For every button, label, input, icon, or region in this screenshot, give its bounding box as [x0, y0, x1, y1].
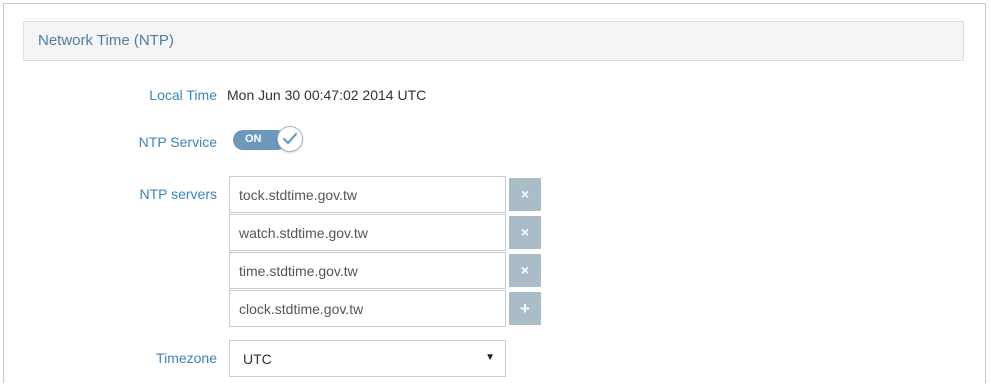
checkmark-icon [283, 133, 297, 145]
remove-icon: × [520, 186, 530, 202]
add-icon: + [520, 299, 530, 318]
section-title: Network Time (NTP) [38, 32, 174, 49]
caret-down-icon: ▼ [485, 352, 495, 363]
toggle-state-text: ON [245, 133, 262, 145]
ntp-service-label: NTP Service [138, 134, 217, 150]
remove-icon: × [520, 262, 530, 278]
timezone-select[interactable]: UTC ▼ [229, 340, 506, 377]
timezone-selected-value: UTC [243, 351, 272, 367]
section-header: Network Time (NTP) [23, 21, 964, 61]
timezone-label: Timezone [156, 350, 217, 366]
ntp-server-input[interactable] [229, 252, 506, 289]
ntp-server-input[interactable] [229, 176, 506, 213]
remove-server-button[interactable]: × [509, 178, 541, 211]
remove-server-button[interactable]: × [509, 216, 541, 249]
ntp-servers-label: NTP servers [139, 186, 217, 202]
ntp-server-input[interactable] [229, 290, 506, 327]
ntp-server-input[interactable] [229, 214, 506, 251]
ntp-service-toggle[interactable]: ON [233, 126, 305, 154]
remove-icon: × [520, 224, 530, 240]
toggle-knob [277, 126, 303, 152]
add-server-button[interactable]: + [509, 292, 541, 325]
remove-server-button[interactable]: × [509, 254, 541, 287]
local-time-value: Mon Jun 30 00:47:02 2014 UTC [227, 87, 427, 103]
local-time-label: Local Time [149, 87, 217, 103]
